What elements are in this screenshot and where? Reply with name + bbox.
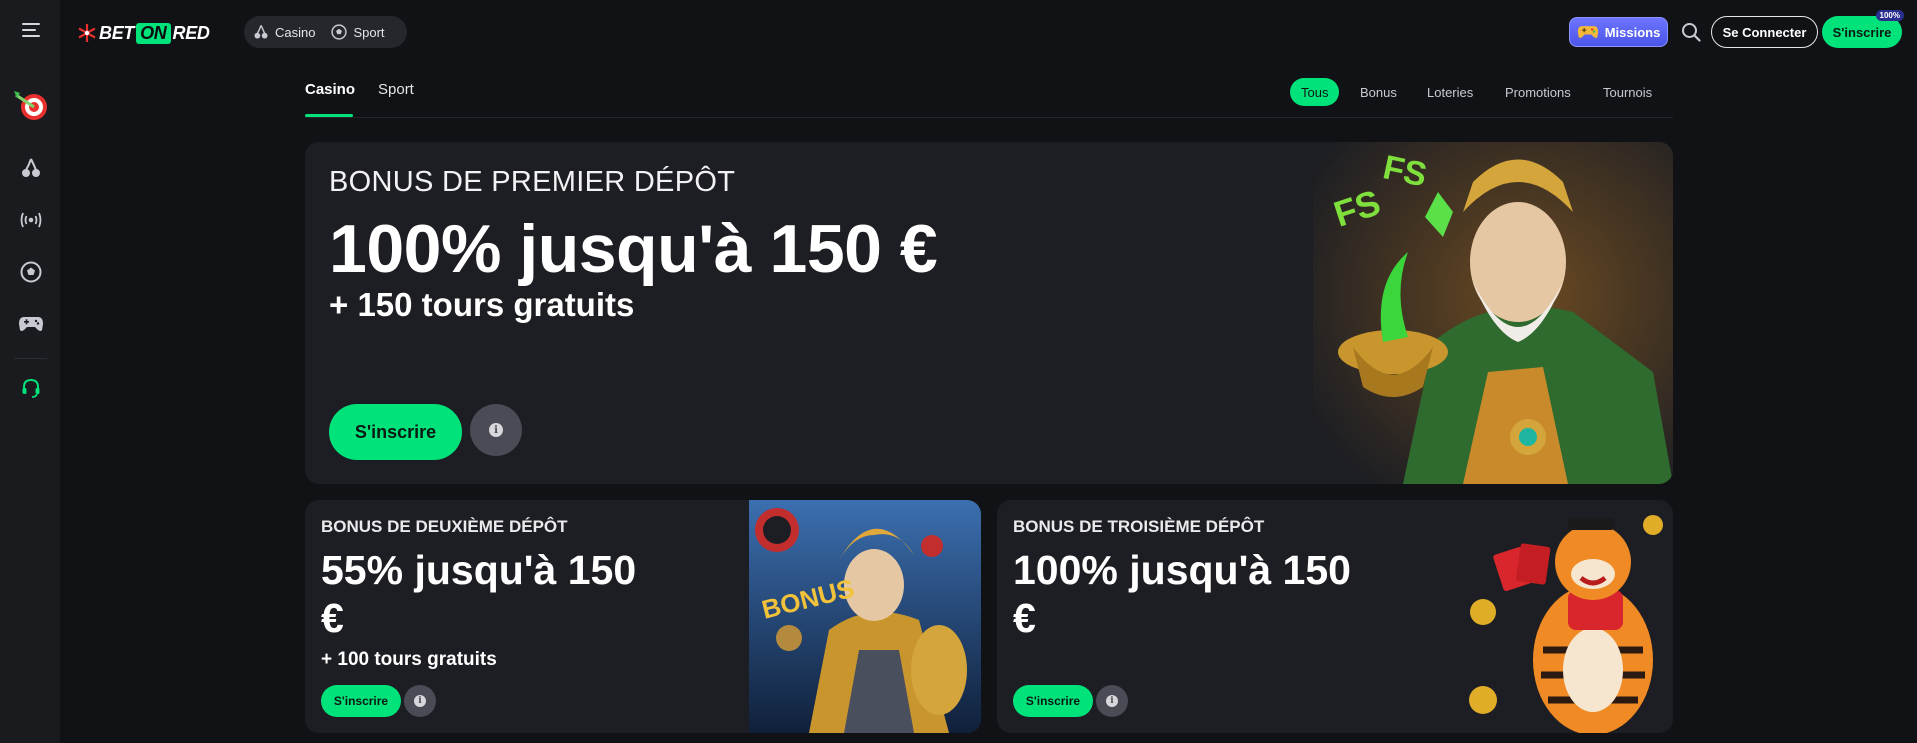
vertical-sport[interactable]: Sport	[331, 24, 385, 40]
search-button[interactable]	[1677, 18, 1705, 46]
sidebar-item-sport[interactable]	[0, 250, 61, 294]
logo-text-bet: BET	[99, 22, 135, 43]
signup-bonus-badge: 100%	[1875, 10, 1904, 21]
signup-label: S'inscrire	[1832, 24, 1892, 40]
missions-label: Missions	[1604, 24, 1661, 40]
knight-artwork: BONUS	[749, 500, 981, 733]
promo-card-third-deposit[interactable]: BONUS DE TROISIÈME DÉPÔT 100% jusqu'à 15…	[997, 500, 1673, 733]
tiger-artwork	[1463, 500, 1673, 733]
promo-subtitle: BONUS DE TROISIÈME DÉPÔT	[1013, 517, 1265, 536]
soccer-ball-icon	[331, 24, 348, 40]
promo-title: 100% jusqu'à 150 €	[1013, 547, 1351, 641]
signup-button[interactable]: S'inscrire 100%	[1822, 10, 1904, 48]
wizard-artwork: FS FS	[1313, 142, 1673, 484]
promotions-tabs: Casino Sport Tous Bonus Loteries Promoti…	[305, 64, 1673, 118]
promo-signup-button[interactable]: S'inscrire	[1013, 685, 1093, 717]
top-bar: BET ON RED Casino Sport Missions Se Conn…	[61, 0, 1917, 64]
promo-extra: + 150 tours gratuits	[329, 286, 635, 323]
login-button[interactable]: Se Connecter	[1711, 16, 1818, 48]
vertical-casino-label: Casino	[275, 24, 316, 40]
promo-card-first-deposit[interactable]: BONUS DE PREMIER DÉPÔT 100% jusqu'à 150 …	[305, 142, 1673, 484]
promo-subtitle: BONUS DE PREMIER DÉPÔT	[329, 166, 736, 198]
filter-promotions[interactable]: Promotions	[1494, 78, 1582, 106]
menu-button[interactable]	[0, 8, 61, 52]
cherries-icon	[254, 25, 268, 39]
sidebar-divider	[14, 358, 47, 359]
vertical-casino[interactable]: Casino	[253, 24, 315, 40]
info-icon: i	[489, 423, 503, 437]
sidebar	[0, 0, 61, 743]
soccer-ball-icon	[20, 261, 41, 283]
promo-signup-button[interactable]: S'inscrire	[321, 685, 401, 717]
info-icon: i	[414, 695, 426, 707]
tab-casino[interactable]: Casino	[305, 81, 355, 98]
promo-title: 100% jusqu'à 150 €	[329, 211, 938, 287]
sidebar-item-support[interactable]	[0, 366, 61, 410]
sidebar-item-casino[interactable]	[0, 146, 61, 190]
promo-info-button[interactable]: i	[470, 404, 522, 456]
live-broadcast-icon	[20, 212, 41, 228]
tab-sport[interactable]: Sport	[378, 81, 414, 98]
promo-title: 55% jusqu'à 150 €	[321, 547, 637, 641]
snowflake-logo-icon	[78, 24, 96, 42]
logo-text-on: ON	[136, 22, 171, 44]
sidebar-item-games[interactable]	[0, 302, 61, 346]
vertical-sport-label: Sport	[353, 24, 385, 40]
promo-card-second-deposit[interactable]: BONUS BONUS DE DEUXIÈME DÉPÔT 55% jusqu'…	[305, 500, 981, 733]
vertical-switcher: Casino Sport	[244, 16, 407, 48]
logo-text-red: RED	[172, 22, 210, 43]
gamepad-icon	[18, 317, 43, 331]
promo-extra: + 100 tours gratuits	[321, 649, 497, 670]
gamepad-icon	[1577, 26, 1598, 38]
sidebar-item-promotions[interactable]	[0, 82, 61, 128]
search-icon	[1682, 23, 1701, 42]
menu-icon	[21, 23, 40, 37]
filter-loteries[interactable]: Loteries	[1416, 78, 1484, 106]
promo-subtitle: BONUS DE DEUXIÈME DÉPÔT	[321, 517, 568, 536]
sidebar-item-live[interactable]	[0, 198, 61, 242]
promo-info-button[interactable]: i	[404, 685, 436, 717]
support-headset-icon	[22, 378, 39, 398]
promo-target-icon	[13, 91, 47, 120]
promo-signup-button[interactable]: S'inscrire	[329, 404, 462, 460]
promo-info-button[interactable]: i	[1096, 685, 1128, 717]
cherries-icon	[21, 158, 40, 177]
filter-tournois[interactable]: Tournois	[1592, 78, 1663, 106]
active-tab-indicator	[305, 114, 353, 117]
info-icon: i	[1106, 695, 1118, 707]
logo[interactable]: BET ON RED	[77, 14, 210, 52]
filter-tous[interactable]: Tous	[1290, 78, 1340, 106]
missions-button[interactable]: Missions	[1569, 17, 1668, 47]
filter-bonus[interactable]: Bonus	[1349, 78, 1408, 106]
